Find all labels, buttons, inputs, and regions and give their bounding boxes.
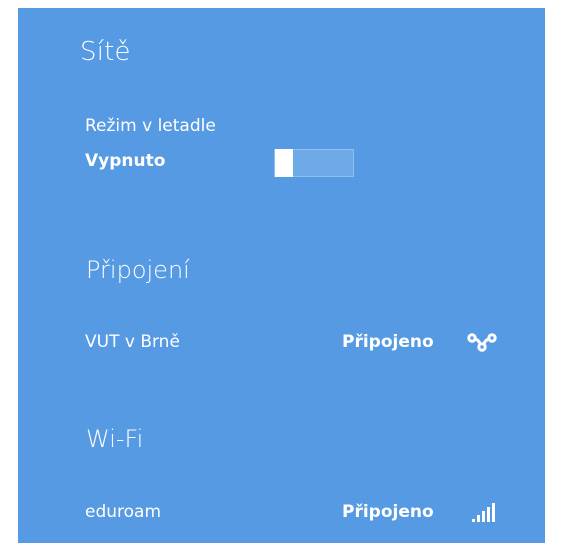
network-status: Připojeno <box>342 332 434 352</box>
network-row-vut[interactable]: VUT v Brně Připojeno <box>18 322 545 362</box>
panel-title: Sítě <box>80 37 131 67</box>
airplane-mode-toggle[interactable] <box>274 149 354 177</box>
wifi-heading: Wi-Fi <box>86 425 144 453</box>
airplane-mode-state: Vypnuto <box>85 151 166 171</box>
network-status: Připojeno <box>342 502 434 522</box>
airplane-mode-label: Režim v letadle <box>85 116 216 136</box>
network-name: eduroam <box>85 502 162 522</box>
networks-panel: Sítě Režim v letadle Vypnuto Připojení V… <box>18 8 545 543</box>
network-name: VUT v Brně <box>85 332 180 352</box>
network-row-eduroam[interactable]: eduroam Připojeno <box>18 492 545 532</box>
wifi-signal-icon <box>472 503 495 522</box>
connections-heading: Připojení <box>86 256 190 284</box>
ethernet-icon <box>467 333 497 352</box>
toggle-thumb[interactable] <box>275 149 293 177</box>
